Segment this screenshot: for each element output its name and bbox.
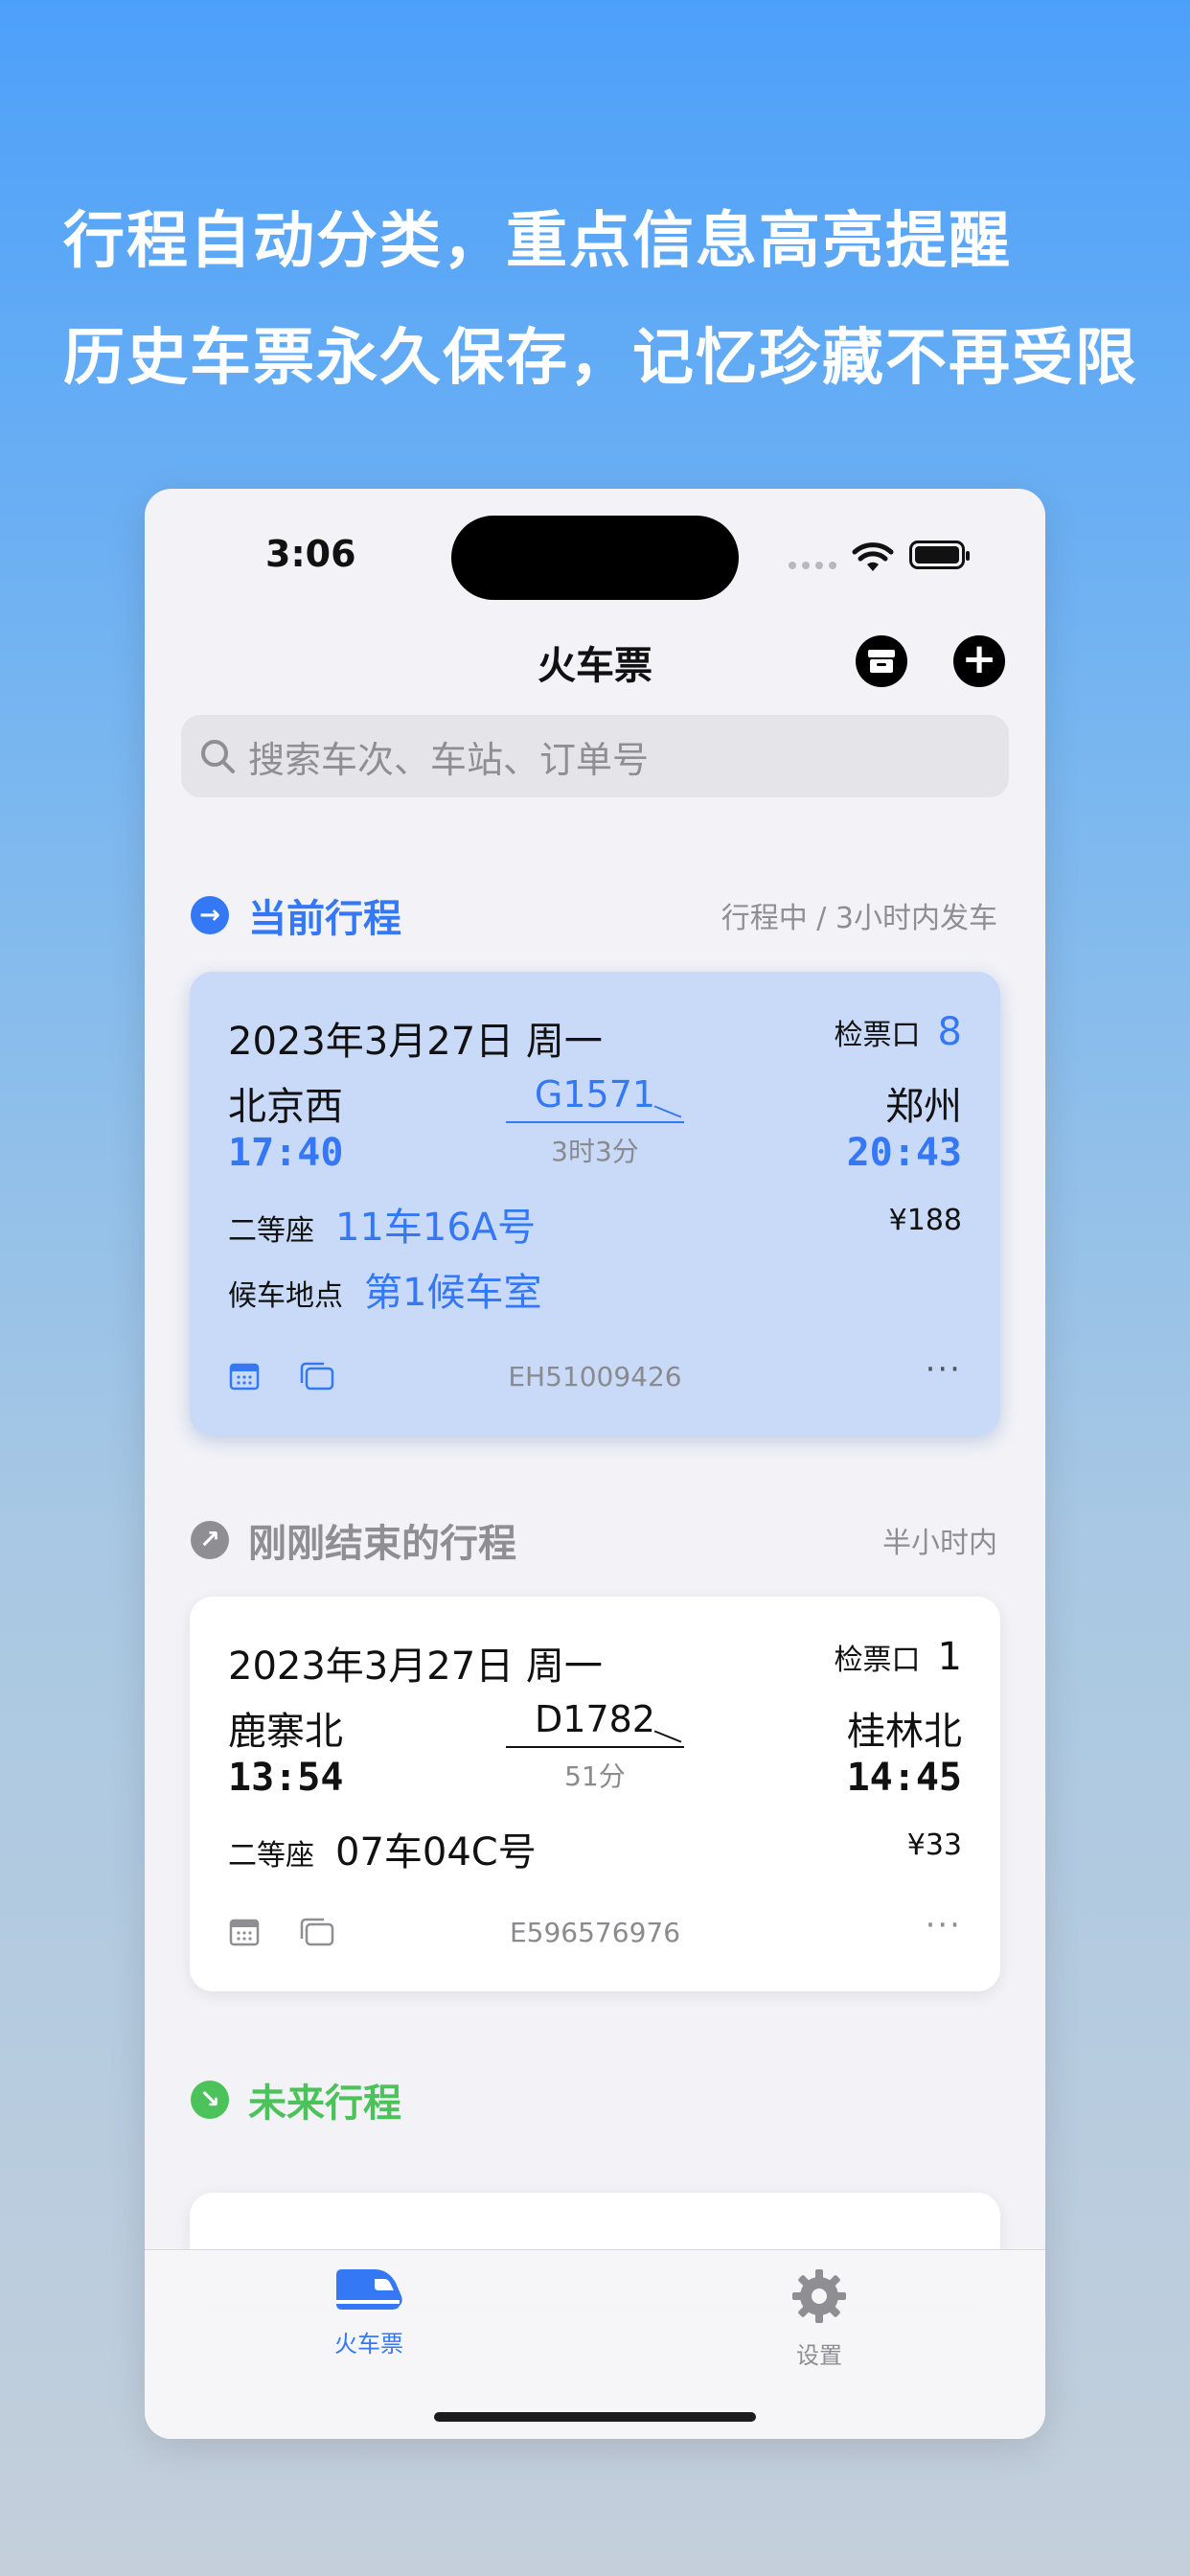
arrival-time: 14:45 — [846, 1756, 962, 1800]
ticket-card-recent[interactable]: 2023年3月27日 周一 检票口 1 鹿寨北 桂林北 D1782 51分 13… — [190, 1597, 1000, 1991]
promo-headline-2: 历史车票永久保存，记忆珍藏不再受限 — [63, 323, 1138, 394]
section-note: 行程中 / 3小时内发车 — [721, 902, 997, 935]
section-title: 未来行程 — [248, 2082, 401, 2126]
tab-train-tickets[interactable]: 火车票 — [273, 2267, 465, 2358]
ticket-gate: 检票口 1 — [835, 1635, 962, 1679]
route-line — [506, 1746, 684, 1748]
promo-headline-1: 行程自动分类，重点信息高亮提醒 — [63, 206, 1012, 277]
order-number: EH51009426 — [508, 1360, 682, 1392]
phone-screen: 3:06 火车票 + 搜索车次、车站、订单号 → 当前行程 行程中 / 3小时内… — [145, 489, 1045, 2439]
departure-time: 13:54 — [228, 1756, 344, 1800]
arrow-up-right-circle-icon: ↗ — [191, 1521, 229, 1559]
ticket-date: 2023年3月27日 周一 — [228, 1020, 603, 1064]
battery-icon — [909, 540, 970, 569]
seat-class: 二等座 — [228, 1214, 314, 1248]
page-title: 火车票 — [538, 644, 652, 688]
tab-bar: 火车票 设置 — [145, 2249, 1045, 2439]
arrow-down-right-circle-icon: ↘ — [191, 2081, 229, 2119]
search-input[interactable]: 搜索车次、车站、订单号 — [181, 715, 1009, 797]
departure-time: 17:40 — [228, 1131, 344, 1175]
calendar-icon[interactable] — [228, 1360, 261, 1392]
ticket-price: ¥188 — [888, 1204, 962, 1237]
status-time: 3:06 — [265, 533, 356, 575]
cellular-signal-icon — [789, 562, 836, 569]
order-number: E596576976 — [509, 1916, 681, 1948]
section-title: 刚刚结束的行程 — [248, 1522, 516, 1566]
seat-number: 07车04C号 — [335, 1830, 537, 1874]
seat-info: 二等座 07车04C号 — [228, 1821, 537, 1876]
tab-label: 设置 — [796, 2342, 842, 2369]
seat-number: 11车16A号 — [335, 1206, 537, 1250]
section-note: 半小时内 — [882, 1527, 997, 1560]
waiting-room-info: 候车地点 第1候车室 — [228, 1261, 541, 1317]
wifi-icon — [852, 542, 894, 571]
gate-label: 检票口 — [834, 1644, 921, 1677]
waiting-room: 第1候车室 — [364, 1271, 542, 1315]
copy-cards-icon[interactable] — [297, 1360, 335, 1392]
section-future: ↘ 未来行程 — [191, 2076, 997, 2126]
ticket-card-current[interactable]: 2023年3月27日 周一 检票口 8 北京西 郑州 G1571 3时3分 17… — [190, 972, 1000, 1436]
seat-info: 二等座 11车16A号 — [228, 1196, 536, 1252]
arrow-right-circle-icon: → — [191, 896, 229, 934]
dynamic-island — [451, 516, 739, 600]
gate-number: 8 — [937, 1010, 962, 1054]
search-icon — [201, 740, 235, 773]
gate-number: 1 — [937, 1635, 962, 1679]
gear-icon — [792, 2269, 846, 2323]
plus-circle-icon[interactable]: + — [953, 635, 1005, 687]
copy-cards-icon[interactable] — [297, 1916, 335, 1948]
section-current: → 当前行程 行程中 / 3小时内发车 — [191, 891, 997, 941]
section-title: 当前行程 — [248, 897, 401, 941]
ticket-price: ¥33 — [906, 1828, 962, 1862]
route-line — [506, 1121, 684, 1123]
gate-label: 检票口 — [834, 1019, 921, 1052]
calendar-icon[interactable] — [228, 1916, 261, 1948]
arrival-time: 20:43 — [846, 1131, 962, 1175]
train-number: G1571 — [534, 1073, 656, 1116]
ticket-footer: E596576976 ··· — [228, 1909, 962, 1951]
waiting-room-label: 候车地点 — [228, 1279, 343, 1313]
ticket-date: 2023年3月27日 周一 — [228, 1644, 603, 1689]
tab-label: 火车票 — [334, 2331, 403, 2358]
train-number: D1782 — [535, 1698, 655, 1740]
ticket-gate: 检票口 8 — [835, 1010, 962, 1054]
train-ticket-icon — [336, 2269, 402, 2310]
tab-settings[interactable]: 设置 — [723, 2267, 915, 2370]
ticket-footer: EH51009426 ··· — [228, 1353, 962, 1395]
home-indicator — [434, 2412, 756, 2422]
more-options-icon[interactable]: ··· — [926, 1353, 962, 1386]
section-recent: ↗ 刚刚结束的行程 半小时内 — [191, 1516, 997, 1566]
search-placeholder: 搜索车次、车站、订单号 — [248, 738, 650, 781]
archive-box-icon[interactable] — [856, 635, 907, 687]
seat-class: 二等座 — [228, 1839, 314, 1873]
more-options-icon[interactable]: ··· — [926, 1909, 962, 1942]
